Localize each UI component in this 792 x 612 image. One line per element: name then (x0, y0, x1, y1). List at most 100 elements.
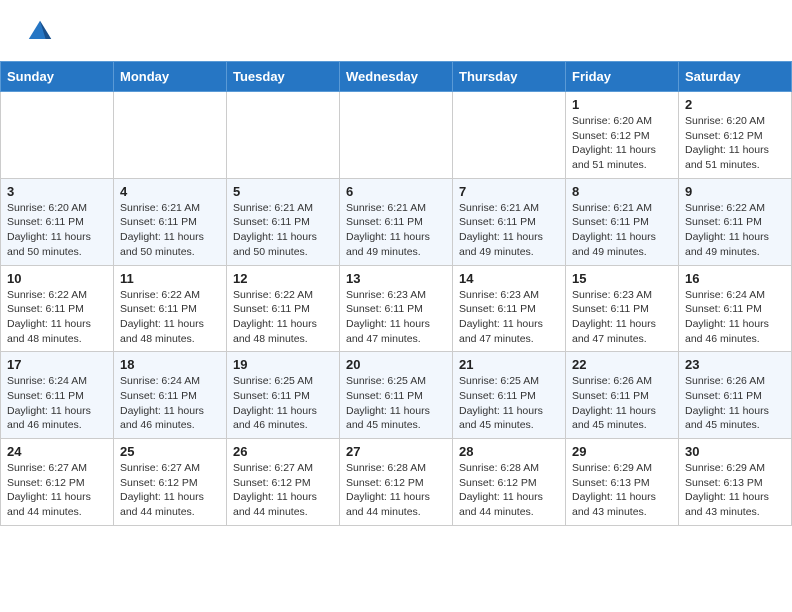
day-info: Sunrise: 6:27 AM Sunset: 6:12 PM Dayligh… (120, 461, 220, 520)
day-number: 11 (120, 271, 220, 286)
day-number: 5 (233, 184, 333, 199)
day-info: Sunrise: 6:28 AM Sunset: 6:12 PM Dayligh… (346, 461, 446, 520)
day-number: 6 (346, 184, 446, 199)
day-info: Sunrise: 6:24 AM Sunset: 6:11 PM Dayligh… (7, 374, 107, 433)
day-info: Sunrise: 6:24 AM Sunset: 6:11 PM Dayligh… (685, 288, 785, 347)
day-number: 2 (685, 97, 785, 112)
calendar-table: SundayMondayTuesdayWednesdayThursdayFrid… (0, 61, 792, 526)
weekday-header: Wednesday (340, 62, 453, 92)
calendar-cell: 26 Sunrise: 6:27 AM Sunset: 6:12 PM Dayli… (227, 439, 340, 526)
day-info: Sunrise: 6:23 AM Sunset: 6:11 PM Dayligh… (346, 288, 446, 347)
day-number: 9 (685, 184, 785, 199)
day-number: 26 (233, 444, 333, 459)
day-number: 17 (7, 357, 107, 372)
calendar-cell: 6 Sunrise: 6:21 AM Sunset: 6:11 PM Daylig… (340, 178, 453, 265)
calendar-cell: 10Sunrise: 6:22 AM Sunset: 6:11 PM Dayli… (1, 265, 114, 352)
day-info: Sunrise: 6:23 AM Sunset: 6:11 PM Dayligh… (459, 288, 559, 347)
day-info: Sunrise: 6:28 AM Sunset: 6:12 PM Dayligh… (459, 461, 559, 520)
calendar-cell: 4Sunrise: 6:21 AM Sunset: 6:11 PM Daylig… (114, 178, 227, 265)
logo (24, 18, 58, 51)
day-info: Sunrise: 6:22 AM Sunset: 6:11 PM Dayligh… (7, 288, 107, 347)
day-number: 19 (233, 357, 333, 372)
calendar-cell: 8 Sunrise: 6:21 AM Sunset: 6:11 PM Daylig… (566, 178, 679, 265)
weekday-header: Friday (566, 62, 679, 92)
day-info: Sunrise: 6:27 AM Sunset: 6:12 PM Dayligh… (7, 461, 107, 520)
day-number: 24 (7, 444, 107, 459)
day-info: Sunrise: 6:22 AM Sunset: 6:11 PM Dayligh… (120, 288, 220, 347)
day-info: Sunrise: 6:26 AM Sunset: 6:11 PM Dayligh… (572, 374, 672, 433)
day-number: 7 (459, 184, 559, 199)
day-info: Sunrise: 6:25 AM Sunset: 6:11 PM Dayligh… (459, 374, 559, 433)
day-number: 18 (120, 357, 220, 372)
calendar-cell: 19 Sunrise: 6:25 AM Sunset: 6:11 PM Dayli… (227, 352, 340, 439)
day-info: Sunrise: 6:29 AM Sunset: 6:13 PM Dayligh… (572, 461, 672, 520)
calendar-cell: 2Sunrise: 6:20 AM Sunset: 6:12 PM Daylig… (679, 92, 792, 179)
weekday-header: Saturday (679, 62, 792, 92)
calendar-header-row: SundayMondayTuesdayWednesdayThursdayFrid… (1, 62, 792, 92)
calendar-cell: 24 Sunrise: 6:27 AM Sunset: 6:12 PM Dayli… (1, 439, 114, 526)
day-number: 3 (7, 184, 107, 199)
calendar-cell: 12 Sunrise: 6:22 AM Sunset: 6:11 PM Dayli… (227, 265, 340, 352)
calendar-row: 3 Sunrise: 6:20 AM Sunset: 6:11 PM Daylig… (1, 178, 792, 265)
weekday-header: Sunday (1, 62, 114, 92)
day-info: Sunrise: 6:20 AM Sunset: 6:12 PM Dayligh… (572, 114, 672, 173)
calendar-cell (227, 92, 340, 179)
calendar-cell: 18 Sunrise: 6:24 AM Sunset: 6:11 PM Dayli… (114, 352, 227, 439)
calendar-cell: 29 Sunrise: 6:29 AM Sunset: 6:13 PM Dayli… (566, 439, 679, 526)
calendar-cell: 1 Sunrise: 6:20 AM Sunset: 6:12 PM Daylig… (566, 92, 679, 179)
calendar-row: 17 Sunrise: 6:24 AM Sunset: 6:11 PM Dayli… (1, 352, 792, 439)
calendar-cell (453, 92, 566, 179)
day-info: Sunrise: 6:29 AM Sunset: 6:13 PM Dayligh… (685, 461, 785, 520)
weekday-header: Tuesday (227, 62, 340, 92)
day-info: Sunrise: 6:24 AM Sunset: 6:11 PM Dayligh… (120, 374, 220, 433)
day-info: Sunrise: 6:25 AM Sunset: 6:11 PM Dayligh… (233, 374, 333, 433)
day-info: Sunrise: 6:21 AM Sunset: 6:11 PM Dayligh… (346, 201, 446, 260)
calendar-row: 24 Sunrise: 6:27 AM Sunset: 6:12 PM Dayli… (1, 439, 792, 526)
calendar-cell (114, 92, 227, 179)
calendar-cell: 3 Sunrise: 6:20 AM Sunset: 6:11 PM Daylig… (1, 178, 114, 265)
calendar-row: 10Sunrise: 6:22 AM Sunset: 6:11 PM Dayli… (1, 265, 792, 352)
calendar-cell: 25 Sunrise: 6:27 AM Sunset: 6:12 PM Dayli… (114, 439, 227, 526)
day-number: 1 (572, 97, 672, 112)
day-number: 30 (685, 444, 785, 459)
day-info: Sunrise: 6:27 AM Sunset: 6:12 PM Dayligh… (233, 461, 333, 520)
calendar-cell (340, 92, 453, 179)
day-number: 8 (572, 184, 672, 199)
day-info: Sunrise: 6:21 AM Sunset: 6:11 PM Dayligh… (233, 201, 333, 260)
day-info: Sunrise: 6:22 AM Sunset: 6:11 PM Dayligh… (233, 288, 333, 347)
day-number: 13 (346, 271, 446, 286)
day-number: 28 (459, 444, 559, 459)
day-number: 4 (120, 184, 220, 199)
day-info: Sunrise: 6:23 AM Sunset: 6:11 PM Dayligh… (572, 288, 672, 347)
calendar-cell: 9 Sunrise: 6:22 AM Sunset: 6:11 PM Daylig… (679, 178, 792, 265)
day-number: 20 (346, 357, 446, 372)
calendar-cell: 27 Sunrise: 6:28 AM Sunset: 6:12 PM Dayli… (340, 439, 453, 526)
day-number: 21 (459, 357, 559, 372)
day-number: 23 (685, 357, 785, 372)
day-info: Sunrise: 6:21 AM Sunset: 6:11 PM Dayligh… (572, 201, 672, 260)
calendar-cell: 17 Sunrise: 6:24 AM Sunset: 6:11 PM Dayli… (1, 352, 114, 439)
calendar-cell: 23 Sunrise: 6:26 AM Sunset: 6:11 PM Dayli… (679, 352, 792, 439)
calendar-cell: 20 Sunrise: 6:25 AM Sunset: 6:11 PM Dayli… (340, 352, 453, 439)
day-info: Sunrise: 6:20 AM Sunset: 6:11 PM Dayligh… (7, 201, 107, 260)
day-number: 15 (572, 271, 672, 286)
day-info: Sunrise: 6:21 AM Sunset: 6:11 PM Dayligh… (459, 201, 559, 260)
page-header (0, 0, 792, 61)
calendar-cell: 16 Sunrise: 6:24 AM Sunset: 6:11 PM Dayli… (679, 265, 792, 352)
day-info: Sunrise: 6:25 AM Sunset: 6:11 PM Dayligh… (346, 374, 446, 433)
calendar-cell: 30 Sunrise: 6:29 AM Sunset: 6:13 PM Dayli… (679, 439, 792, 526)
day-number: 16 (685, 271, 785, 286)
calendar-cell: 15 Sunrise: 6:23 AM Sunset: 6:11 PM Dayli… (566, 265, 679, 352)
day-number: 27 (346, 444, 446, 459)
weekday-header: Thursday (453, 62, 566, 92)
weekday-header: Monday (114, 62, 227, 92)
day-info: Sunrise: 6:22 AM Sunset: 6:11 PM Dayligh… (685, 201, 785, 260)
calendar-row: 1 Sunrise: 6:20 AM Sunset: 6:12 PM Daylig… (1, 92, 792, 179)
day-info: Sunrise: 6:26 AM Sunset: 6:11 PM Dayligh… (685, 374, 785, 433)
calendar-cell: 13 Sunrise: 6:23 AM Sunset: 6:11 PM Dayli… (340, 265, 453, 352)
day-number: 25 (120, 444, 220, 459)
day-number: 14 (459, 271, 559, 286)
day-number: 12 (233, 271, 333, 286)
day-number: 29 (572, 444, 672, 459)
day-number: 22 (572, 357, 672, 372)
